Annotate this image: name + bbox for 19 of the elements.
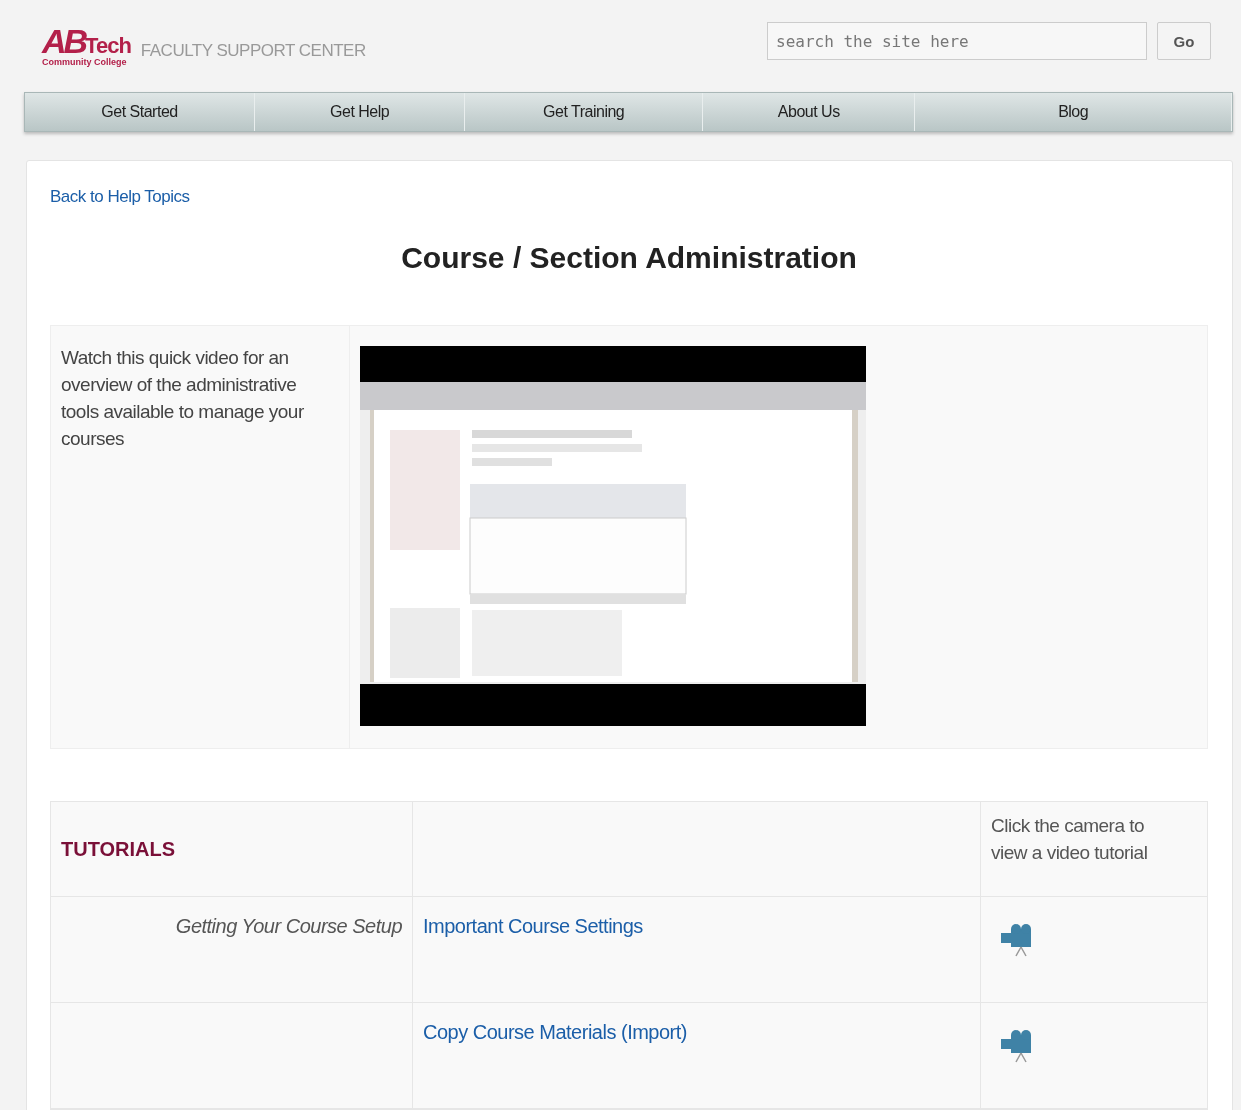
go-button[interactable]: Go — [1157, 22, 1211, 60]
logo[interactable]: ABTech Community College — [42, 23, 131, 67]
page-title: Course / Section Administration — [400, 241, 858, 275]
back-link[interactable]: Back to Help Topics — [50, 187, 190, 206]
nav-item[interactable]: Get Started — [25, 93, 256, 131]
tutorial-link[interactable]: Important Course Settings — [423, 915, 643, 937]
search-field[interactable]: search the site here — [767, 22, 1147, 60]
nav-item[interactable]: About Us — [703, 93, 916, 131]
nav-item[interactable]: Get Help — [255, 93, 466, 131]
tutorial-link[interactable]: Copy Course Materials (Import) — [423, 1021, 687, 1043]
tutorials-heading: TUTORIALS — [60, 837, 176, 861]
nav-item[interactable]: Get Training — [465, 93, 704, 131]
nav-item[interactable]: Blog — [915, 93, 1232, 131]
intro-text: Watch this quick video for an overview of the administrative tools available to manage your courses — [51, 326, 350, 748]
camera-icon[interactable] — [1001, 1029, 1033, 1063]
section-label: Getting Your Course Setup — [175, 915, 402, 937]
site-name: FACULTY SUPPORT CENTER — [140, 41, 366, 61]
camera-icon[interactable] — [1001, 923, 1033, 957]
camera-note: Click the camera to view a video tutorial — [990, 814, 1149, 865]
